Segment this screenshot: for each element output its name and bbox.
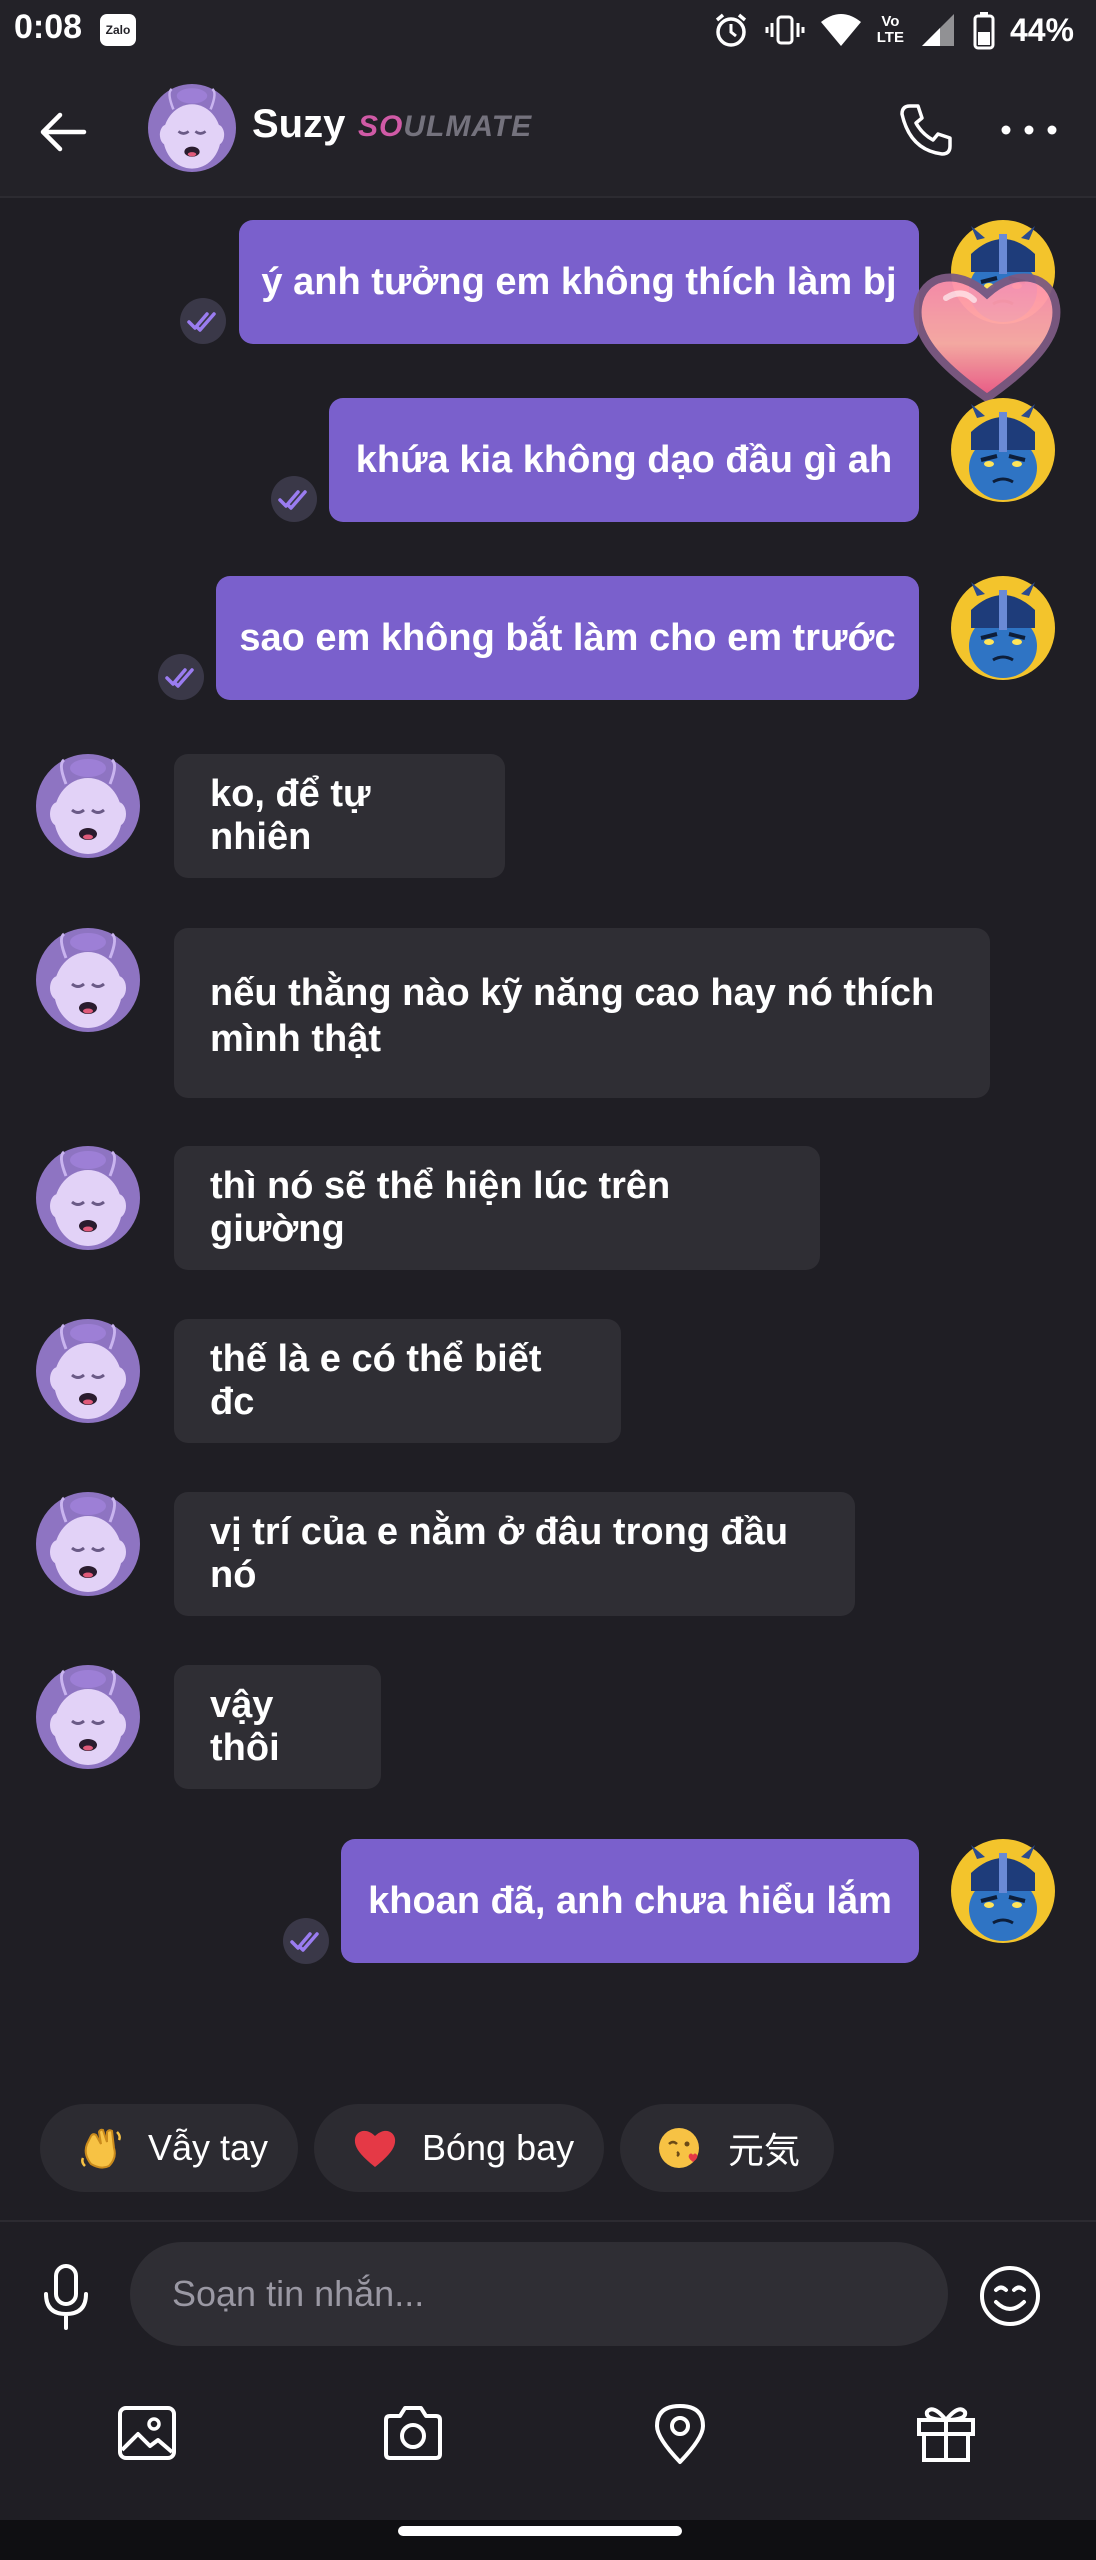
red-heart-icon <box>350 2123 400 2173</box>
quick-reply-label: Vẫy tay <box>148 2127 269 2168</box>
message-bubble-incoming[interactable]: ko, để tự nhiên <box>174 754 505 878</box>
status-bar: 0:08 Zalo Vo LTE 44% <box>0 0 1096 64</box>
battery-percent: 44% <box>1009 11 1074 48</box>
phone-call-icon[interactable] <box>896 100 956 160</box>
message-bubble-incoming[interactable]: thế là e có thể biết đc <box>174 1319 621 1443</box>
quick-reply-wave[interactable]: Vẫy tay <box>40 2104 298 2192</box>
emoji-icon[interactable] <box>976 2262 1044 2330</box>
waving-hand-icon <box>76 2123 126 2173</box>
signal-icon <box>921 14 954 46</box>
contact-avatar[interactable] <box>148 84 236 172</box>
message-bubble-outgoing[interactable]: sao em không bắt làm cho em trước <box>216 576 919 700</box>
my-avatar[interactable] <box>951 398 1055 502</box>
quick-reply-label: Bóng bay <box>422 2127 575 2168</box>
message-bubble-incoming[interactable]: vị trí của e nằm ở đâu trong đầu nó <box>174 1492 855 1616</box>
winking-kiss-face-icon <box>656 2123 706 2173</box>
zalo-notification-icon: Zalo <box>100 14 136 46</box>
soulmate-badge: SOULMATE <box>358 110 533 143</box>
contact-avatar[interactable] <box>36 1492 140 1596</box>
alarm-icon <box>715 13 746 47</box>
home-indicator[interactable] <box>398 2526 682 2536</box>
location-icon[interactable] <box>647 2400 713 2466</box>
image-icon[interactable] <box>114 2400 180 2466</box>
contact-avatar[interactable] <box>36 1665 140 1769</box>
my-avatar[interactable] <box>951 576 1055 680</box>
quick-reply-label: 元気 <box>728 2130 801 2171</box>
quick-reply-balloon[interactable]: Bóng bay <box>314 2104 604 2192</box>
read-receipt-icon <box>283 1918 329 1964</box>
battery-icon <box>973 12 995 50</box>
wifi-icon <box>820 14 861 46</box>
gift-icon[interactable] <box>913 2400 979 2466</box>
back-arrow-icon[interactable] <box>36 104 92 160</box>
microphone-icon[interactable] <box>36 2262 96 2332</box>
quick-reply-genki[interactable]: 元気 <box>620 2104 834 2192</box>
read-receipt-icon <box>271 476 317 522</box>
message-bubble-outgoing[interactable]: ý anh tưởng em không thích làm bj <box>239 220 919 344</box>
divider <box>0 2220 1096 2222</box>
more-options-icon[interactable] <box>998 120 1060 140</box>
message-bubble-incoming[interactable]: vậy thôi <box>174 1665 381 1789</box>
contact-avatar[interactable] <box>36 1319 140 1423</box>
read-receipt-icon <box>180 298 226 344</box>
status-time: 0:08 <box>14 8 83 46</box>
message-input[interactable]: Soạn tin nhắn... <box>130 2242 948 2346</box>
vibrate-icon <box>765 15 805 45</box>
message-bubble-incoming[interactable]: nếu thằng nào kỹ năng cao hay nó thích m… <box>174 928 990 1098</box>
chat-header: Suzy SOULMATE <box>0 64 1096 198</box>
contact-avatar[interactable] <box>36 928 140 1032</box>
my-avatar[interactable] <box>951 1839 1055 1943</box>
volte-label: Vo LTE <box>876 13 904 46</box>
heart-reaction-sticker <box>913 273 1061 403</box>
contact-name[interactable]: Suzy <box>252 102 345 147</box>
message-bubble-outgoing[interactable]: khoan đã, anh chưa hiểu lắm <box>341 1839 919 1963</box>
contact-avatar[interactable] <box>36 754 140 858</box>
camera-icon[interactable] <box>380 2400 446 2466</box>
message-bubble-outgoing[interactable]: khứa kia không dạo đầu gì ah <box>329 398 919 522</box>
contact-avatar[interactable] <box>36 1146 140 1250</box>
read-receipt-icon <box>158 654 204 700</box>
message-bubble-incoming[interactable]: thì nó sẽ thể hiện lúc trên giường <box>174 1146 820 1270</box>
